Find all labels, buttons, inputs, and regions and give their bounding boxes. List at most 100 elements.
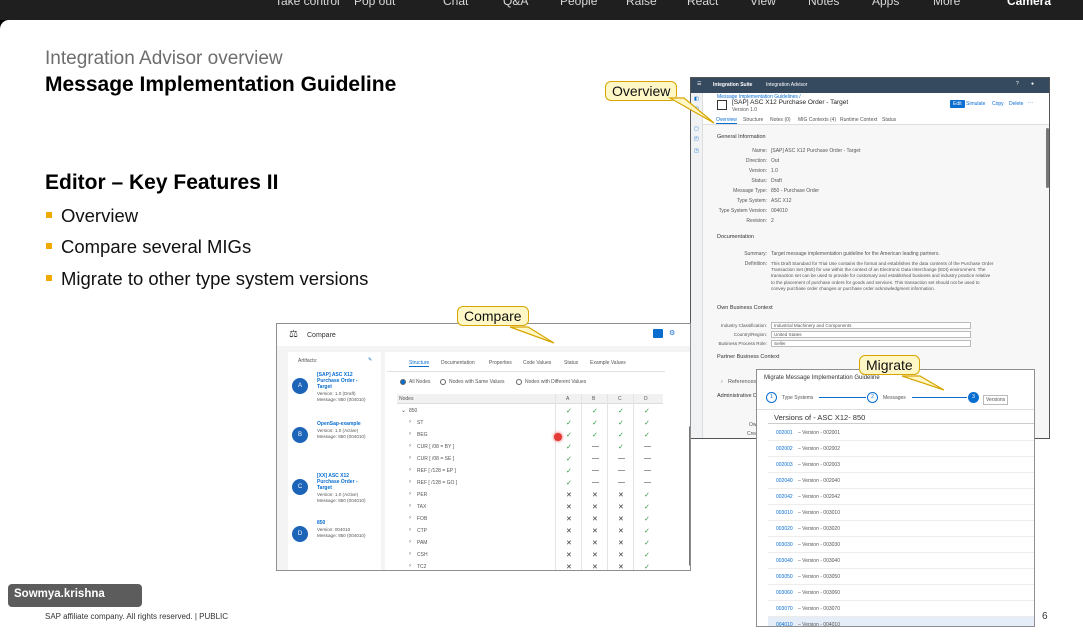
react-button[interactable]: React [687, 0, 718, 8]
version-code[interactable]: 004010 [776, 622, 793, 626]
expand-chevron-icon[interactable]: › [409, 563, 411, 569]
expand-chevron-icon[interactable]: › [409, 431, 411, 437]
take-control-button[interactable]: Take control [275, 0, 340, 8]
copy-button[interactable]: Copy [992, 101, 1004, 107]
node-name[interactable]: FOB [417, 516, 427, 522]
step-3-label[interactable]: Versions [983, 395, 1009, 405]
tab-status[interactable]: Status [882, 117, 896, 123]
raise-hand-button[interactable]: Raise [626, 0, 657, 8]
version-code[interactable]: 002001 [776, 430, 793, 436]
version-code[interactable]: 003020 [776, 526, 793, 532]
step-3-icon[interactable]: 3 [968, 392, 979, 403]
menu-icon[interactable]: ☰ [697, 81, 701, 87]
node-name[interactable]: REF [ /128 = GO ] [417, 480, 457, 486]
view-button[interactable]: View [750, 0, 776, 8]
step-1-icon[interactable]: 1 [766, 392, 777, 403]
expand-chevron-icon[interactable]: ⌄ [401, 407, 406, 414]
step-2-label[interactable]: Messages [883, 395, 906, 401]
radio-icon[interactable] [516, 379, 522, 385]
field-input[interactable]: Seller [771, 340, 971, 347]
simulate-button[interactable]: Simulate [966, 101, 985, 107]
scrollbar[interactable] [689, 426, 690, 566]
radio-icon[interactable] [400, 379, 406, 385]
node-name[interactable]: REF [ /128 = EP ] [417, 468, 456, 474]
node-name[interactable]: 850 [409, 408, 417, 414]
apps-button[interactable]: Apps [872, 0, 899, 8]
camera-button[interactable]: Camera [1007, 0, 1051, 8]
version-code[interactable]: 002003 [776, 462, 793, 468]
tab-runtime-context[interactable]: Runtime Context [840, 117, 877, 123]
version-code[interactable]: 002042 [776, 494, 793, 500]
references-section[interactable]: References [728, 379, 756, 385]
version-code[interactable]: 003030 [776, 542, 793, 548]
version-code[interactable]: 003040 [776, 558, 793, 564]
more-button[interactable]: More [933, 0, 960, 8]
node-name[interactable]: PER [417, 492, 427, 498]
references-chevron-icon[interactable]: › [721, 379, 723, 385]
radio-label[interactable]: Nodes with Same Values [449, 379, 505, 385]
chat-button[interactable]: Chat [443, 0, 468, 8]
expand-chevron-icon[interactable]: › [409, 515, 411, 521]
node-name[interactable]: PAM [417, 540, 427, 546]
expand-chevron-icon[interactable]: › [409, 443, 411, 449]
expand-chevron-icon[interactable]: › [409, 479, 411, 485]
expand-chevron-icon[interactable]: › [409, 467, 411, 473]
node-name[interactable]: TC2 [417, 564, 426, 570]
refresh-icon[interactable] [653, 329, 663, 338]
field-input[interactable]: United States [771, 331, 971, 338]
user-icon[interactable]: ● [1031, 81, 1034, 87]
nav-icon[interactable]: ◳ [694, 148, 699, 154]
tab-notes[interactable]: Notes (0) [770, 117, 791, 123]
tab-code-values[interactable]: Code Values [523, 360, 551, 366]
step-1-label[interactable]: Type Systems [782, 395, 813, 401]
delete-button[interactable]: Delete [1009, 101, 1023, 107]
pop-out-button[interactable]: Pop out [354, 0, 395, 8]
expand-chevron-icon[interactable]: › [409, 491, 411, 497]
people-button[interactable]: People [560, 0, 597, 8]
expand-chevron-icon[interactable]: › [409, 455, 411, 461]
field-input[interactable]: Industrial Machinery and Components [771, 322, 971, 329]
version-code[interactable]: 003010 [776, 510, 793, 516]
expand-chevron-icon[interactable]: › [409, 539, 411, 545]
tab-structure[interactable]: Structure [743, 117, 763, 123]
expand-chevron-icon[interactable]: › [409, 527, 411, 533]
notes-button[interactable]: Notes [808, 0, 839, 8]
artifact-name[interactable]: Target [317, 384, 332, 390]
version-code[interactable]: 003070 [776, 606, 793, 612]
scrollbar[interactable] [1046, 128, 1049, 188]
tab-documentation[interactable]: Documentation [441, 360, 475, 366]
node-name[interactable]: ST [417, 420, 423, 426]
radio-label[interactable]: All Nodes [409, 379, 430, 385]
node-name[interactable]: CSH [417, 552, 428, 558]
tab-status[interactable]: Status [564, 360, 578, 366]
node-name[interactable]: CUR [ /08 = BY ] [417, 444, 454, 450]
version-code[interactable]: 002002 [776, 446, 793, 452]
help-icon[interactable]: ? [1016, 81, 1019, 87]
version-code[interactable]: 002040 [776, 478, 793, 484]
version-code[interactable]: 003050 [776, 574, 793, 580]
expand-chevron-icon[interactable]: › [409, 503, 411, 509]
expand-chevron-icon[interactable]: › [409, 551, 411, 557]
radio-icon[interactable] [440, 379, 446, 385]
node-name[interactable]: CTP [417, 528, 427, 534]
node-name[interactable]: BEG [417, 432, 428, 438]
artifact-name[interactable]: 850 [317, 520, 325, 526]
tab-example-values[interactable]: Example Values [590, 360, 626, 366]
edit-button[interactable]: Edit [950, 100, 965, 108]
step-2-icon[interactable]: 2 [867, 392, 878, 403]
tab-structure[interactable]: Structure [409, 360, 430, 367]
artifact-name[interactable]: Target [317, 485, 332, 491]
version-code[interactable]: 003060 [776, 590, 793, 596]
more-actions-button[interactable]: ··· [1028, 100, 1033, 106]
node-name[interactable]: TAX [417, 504, 426, 510]
nav-icon[interactable]: ◰ [694, 136, 699, 142]
node-name[interactable]: CUR [ /08 = SE ] [417, 456, 454, 462]
settings-icon[interactable]: ⚙ [669, 329, 675, 337]
expand-chevron-icon[interactable]: › [409, 419, 411, 425]
artifact-name[interactable]: OpenSap-example [317, 421, 361, 427]
qa-button[interactable]: Q&A [503, 0, 528, 8]
edit-icon[interactable]: ✎ [368, 357, 372, 363]
tab-properties[interactable]: Properties [489, 360, 512, 366]
radio-label[interactable]: Nodes with Different Values [525, 379, 586, 385]
tab-mig-contexts[interactable]: MIG Contexts (4) [798, 117, 836, 123]
